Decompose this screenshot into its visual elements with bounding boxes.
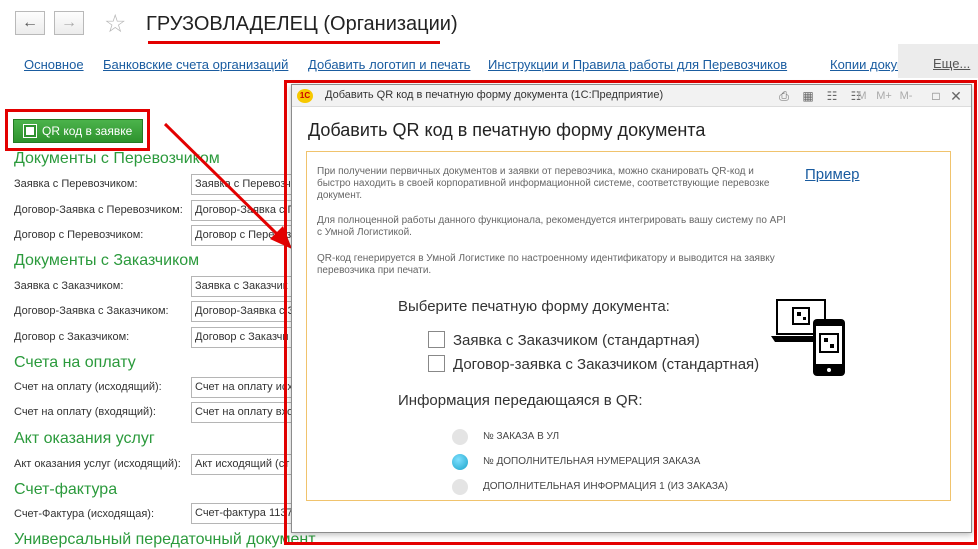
tab-main[interactable]: Основное (24, 57, 84, 72)
memory-button[interactable]: M (854, 88, 870, 104)
page-title: ГРУЗОВЛАДЕЛЕЦ (Организации) (146, 13, 458, 35)
tab-more[interactable]: Еще... (898, 44, 978, 78)
qr-icon (23, 124, 37, 138)
radio-button[interactable] (452, 429, 468, 445)
tab-instructions[interactable]: Инструкции и Правила работы для Перевозч… (488, 57, 787, 72)
checkbox-label: Договор-заявка с Заказчиком (стандартная… (453, 356, 760, 373)
field-label: Договор-Заявка с Заказчиком: (14, 305, 169, 317)
section-carrier-docs: Документы с Перевозчиком (14, 150, 220, 167)
field-label: Договор с Заказчиком: (14, 331, 130, 343)
tab-logo-stamp[interactable]: Добавить логотип и печать (308, 57, 470, 72)
qr-info-heading: Информация передающаяся в QR: (398, 392, 643, 409)
memory-plus-button[interactable]: M+ (874, 88, 894, 104)
onec-logo: 1C (297, 89, 313, 103)
field-label: Заявка с Заказчиком: (14, 280, 124, 292)
radio-button[interactable] (452, 479, 468, 495)
field-label: Счет-Фактура (исходящая): (14, 508, 155, 520)
section-invoices: Счета на оплату (14, 354, 136, 371)
example-link[interactable]: Пример (805, 166, 860, 183)
qr-code-button[interactable]: QR код в заявке (13, 119, 143, 143)
section-tax-invoice: Счет-фактура (14, 481, 118, 498)
calendar-icon[interactable]: ☷ (824, 88, 840, 104)
arrow-right-icon: → (61, 14, 77, 31)
field-label: Счет на оплату (входящий): (14, 406, 156, 418)
field-label: Договор с Перевозчиком: (14, 229, 144, 241)
star-icon[interactable]: ☆ (104, 10, 126, 38)
dialog-titlebar: 1C Добавить QR код в печатную форму доку… (292, 85, 971, 107)
dialog-heading: Добавить QR код в печатную форму докумен… (308, 120, 706, 140)
radio-button-selected[interactable] (452, 454, 468, 470)
section-upd: Универсальный передаточный документ (14, 531, 316, 548)
info-text: QR-код генерируется в Умной Логистике по… (317, 253, 775, 276)
qr-devices-icon (771, 299, 845, 376)
qr-button-label: QR код в заявке (42, 124, 133, 138)
memory-minus-button[interactable]: M- (896, 88, 916, 104)
maximize-icon[interactable]: □ (928, 88, 944, 104)
info-text: При получении первичных документов и зая… (317, 166, 770, 201)
title-highlight-underline (148, 41, 440, 44)
field-label: Акт оказания услуг (исходящий): (14, 458, 181, 470)
section-service-acts: Акт оказания услуг (14, 430, 155, 447)
print-form-option[interactable]: Договор-заявка с Заказчиком (стандартная… (428, 355, 759, 373)
radio-label: № ЗАКАЗА В УЛ (483, 431, 560, 442)
table-icon[interactable]: ▦ (800, 88, 816, 104)
field-label: Заявка с Перевозчиком: (14, 178, 138, 190)
checkbox[interactable] (428, 331, 445, 348)
radio-label: ДОПОЛНИТЕЛЬНАЯ ИНФОРМАЦИЯ 1 (ИЗ ЗАКАЗА) (483, 481, 728, 492)
print-form-heading: Выберите печатную форму документа: (398, 298, 670, 315)
info-text: Для полноценной работы данного функциона… (317, 215, 786, 238)
section-customer-docs: Документы с Заказчиком (14, 252, 200, 269)
radio-label: № ДОПОЛНИТЕЛЬНАЯ НУМЕРАЦИЯ ЗАКАЗА (483, 456, 701, 467)
field-label: Счет на оплату (исходящий): (14, 381, 162, 393)
checkbox[interactable] (428, 355, 445, 372)
print-icon[interactable]: ⎙ (776, 88, 792, 104)
forward-button[interactable]: → (54, 11, 84, 35)
checkbox-label: Заявка с Заказчиком (стандартная) (453, 332, 700, 349)
print-form-option[interactable]: Заявка с Заказчиком (стандартная) (428, 331, 700, 349)
tab-bank-accounts[interactable]: Банковские счета организаций (103, 57, 288, 72)
back-button[interactable]: ← (15, 11, 45, 35)
qr-dialog: 1C Добавить QR код в печатную форму доку… (291, 84, 972, 533)
dialog-window-title: Добавить QR код в печатную форму докумен… (325, 89, 664, 101)
arrow-left-icon: ← (22, 14, 38, 31)
field-label: Договор-Заявка с Перевозчиком: (14, 204, 183, 216)
settings-panel: При получении первичных документов и зая… (306, 151, 951, 501)
close-icon[interactable]: ✕ (948, 88, 964, 104)
tab-more-label: Еще... (933, 56, 971, 71)
